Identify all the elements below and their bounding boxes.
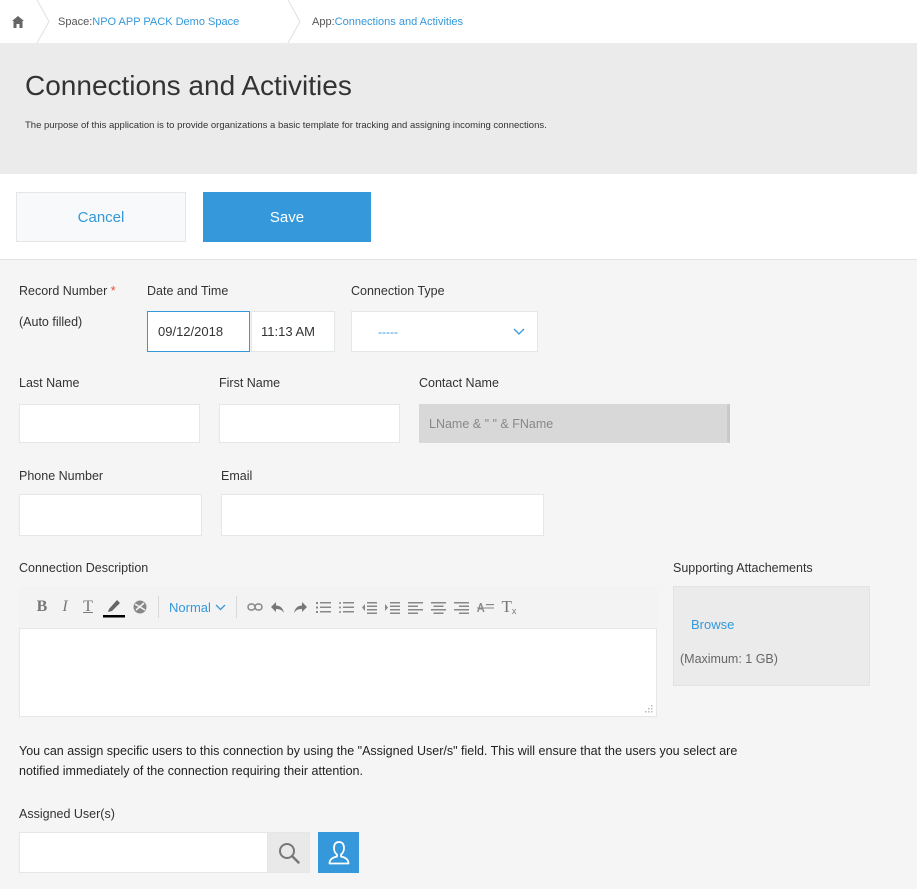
email-input[interactable] (221, 494, 544, 536)
font-color-icon[interactable] (103, 595, 125, 619)
date-input[interactable] (147, 311, 250, 352)
indent-decrease-icon[interactable] (362, 595, 378, 619)
resize-handle-icon[interactable] (645, 705, 653, 713)
link-icon[interactable] (247, 595, 263, 619)
browse-button[interactable]: Browse (691, 617, 734, 632)
app-description: The purpose of this application is to pr… (25, 120, 547, 131)
first-name-input[interactable] (219, 404, 400, 443)
align-center-icon[interactable] (431, 595, 447, 619)
breadcrumb-app[interactable]: App: Connections and Activities (312, 0, 463, 43)
breadcrumb-home-link[interactable] (0, 0, 36, 43)
email-label: Email (221, 469, 253, 483)
breadcrumb-separator (287, 0, 301, 43)
search-icon (278, 842, 300, 864)
align-right-icon[interactable] (454, 595, 470, 619)
time-input[interactable] (251, 311, 335, 352)
app-header (0, 43, 917, 174)
phone-number-label: Phone Number (19, 469, 104, 483)
strikethrough-icon[interactable] (476, 595, 494, 619)
toolbar-divider (235, 596, 237, 618)
breadcrumb-space-link[interactable]: NPO APP PACK Demo Space (92, 16, 239, 28)
background-color-icon[interactable] (132, 595, 148, 619)
underline-icon[interactable]: T (80, 595, 96, 619)
last-name-label: Last Name (19, 376, 80, 390)
chevron-down-icon (215, 604, 226, 610)
date-time-label: Date and Time (147, 284, 229, 298)
page-title: Connections and Activities (25, 70, 352, 101)
connection-description-editor[interactable] (19, 628, 657, 717)
record-number-label: Record Number * (19, 284, 116, 298)
italic-icon[interactable]: I (57, 595, 73, 619)
home-icon (12, 15, 24, 28)
user-icon (328, 840, 349, 864)
breadcrumb-app-link[interactable]: Connections and Activities (335, 16, 463, 28)
toolbar-divider (158, 596, 159, 618)
first-name-label: First Name (219, 376, 281, 390)
breadcrumb-app-prefix: App: (312, 15, 335, 28)
clear-format-icon[interactable]: Tx (501, 595, 517, 619)
assigned-users-input[interactable] (19, 832, 268, 873)
required-marker: * (110, 284, 116, 298)
assigned-users-label: Assigned User(s) (19, 807, 115, 821)
assignment-note: You can assign specific users to this co… (19, 744, 738, 778)
attachment-max-size: (Maximum: 1 GB) (680, 652, 778, 666)
numbered-list-icon[interactable] (316, 595, 332, 619)
chevron-down-icon (513, 328, 525, 335)
indent-increase-icon[interactable] (385, 595, 401, 619)
format-select-value: Normal (169, 599, 211, 615)
breadcrumb-space[interactable]: Space: NPO APP PACK Demo Space (58, 0, 239, 43)
phone-number-input[interactable] (19, 494, 202, 536)
connection-type-label: Connection Type (351, 284, 445, 298)
user-search-button[interactable] (267, 832, 310, 873)
last-name-input[interactable] (19, 404, 200, 443)
connection-description-label: Connection Description (19, 561, 149, 575)
redo-icon[interactable] (293, 595, 309, 619)
connection-type-select[interactable]: ----- (351, 311, 538, 352)
contact-name-calculated: LName & " " & FName (419, 404, 730, 443)
rich-text-toolbar: B I T Normal Tx (19, 586, 657, 628)
breadcrumb-space-prefix: Space: (58, 15, 93, 28)
attachments-label: Supporting Attachements (673, 561, 813, 575)
bullet-list-icon[interactable] (339, 595, 355, 619)
align-left-icon[interactable] (408, 595, 424, 619)
format-select[interactable]: Normal (169, 600, 226, 615)
save-button[interactable]: Save (203, 192, 371, 242)
breadcrumb-separator (36, 0, 50, 43)
cancel-button[interactable]: Cancel (16, 192, 186, 242)
undo-icon[interactable] (270, 595, 286, 619)
attachments-dropzone (673, 586, 870, 686)
user-picker-button[interactable] (318, 832, 359, 873)
record-number-value: (Auto filled) (19, 315, 83, 329)
connection-type-selected: ----- (378, 324, 398, 339)
contact-name-label: Contact Name (419, 376, 499, 390)
bold-icon[interactable]: B (34, 595, 50, 619)
